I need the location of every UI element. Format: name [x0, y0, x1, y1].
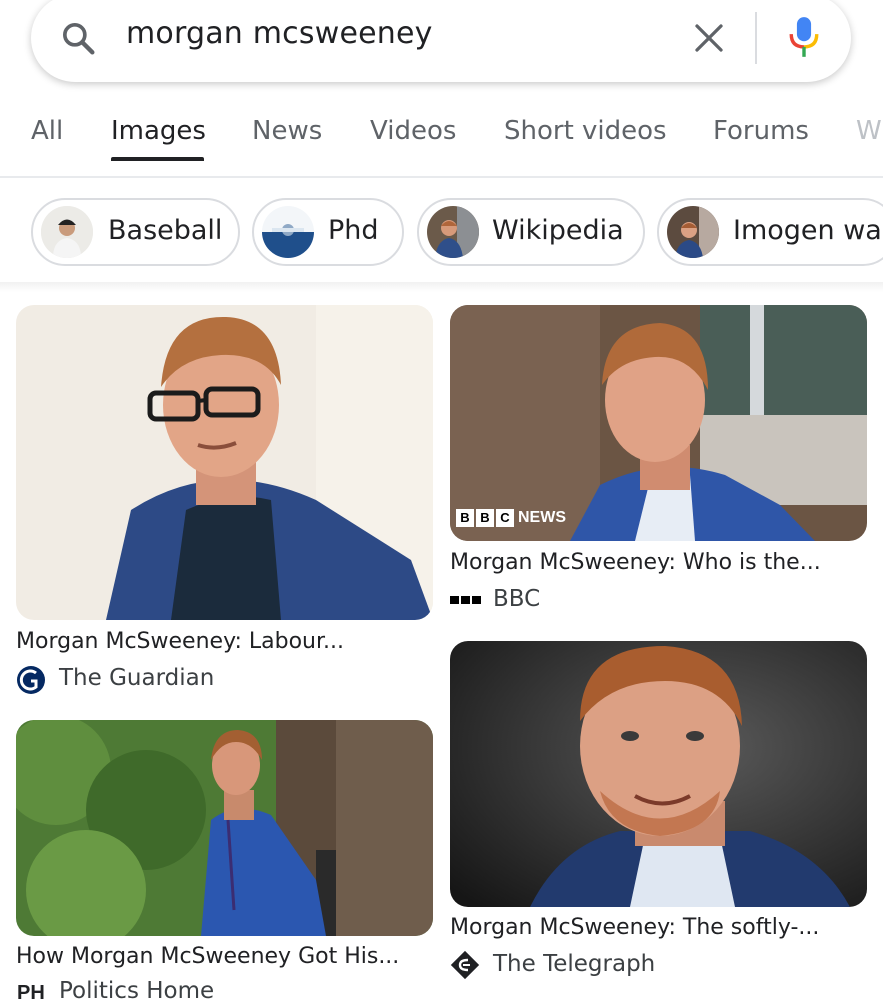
telegraph-logo-icon — [450, 950, 480, 980]
bbc-logo-icon — [450, 596, 481, 604]
tab-more[interactable]: W — [856, 116, 882, 146]
guardian-logo-icon — [17, 666, 45, 694]
tab-videos[interactable]: Videos — [370, 116, 456, 146]
chip-baseball[interactable]: Baseball — [31, 198, 240, 266]
tab-images[interactable]: Images — [111, 116, 206, 146]
search-divider — [755, 12, 757, 64]
result-source: BBC — [493, 586, 541, 612]
search-results-page: morgan mcsweeney All Images News Videos … — [0, 0, 883, 1000]
chip-avatar — [667, 206, 719, 258]
bbc-news-watermark: B B C NEWS — [456, 507, 566, 529]
search-icon[interactable] — [59, 19, 99, 59]
chip-avatar — [262, 206, 314, 258]
result-source: The Telegraph — [493, 951, 656, 977]
result-image-politicshome[interactable] — [16, 720, 433, 936]
chip-avatar — [427, 206, 479, 258]
tab-forums[interactable]: Forums — [713, 116, 809, 146]
chip-avatar — [41, 206, 93, 258]
search-bar[interactable]: morgan mcsweeney — [31, 0, 851, 82]
chip-wikipedia[interactable]: Wikipedia — [417, 198, 645, 266]
chip-imogen-wall[interactable]: Imogen wall — [657, 198, 883, 266]
chip-label: Baseball — [108, 215, 223, 246]
result-title[interactable]: Morgan McSweeney: The softly-... — [450, 915, 819, 940]
result-image-telegraph[interactable] — [450, 641, 867, 907]
result-title[interactable]: How Morgan McSweeney Got His... — [16, 944, 399, 969]
chip-label: Wikipedia — [492, 215, 624, 246]
microphone-icon[interactable] — [787, 14, 821, 60]
chip-phd[interactable]: Phd — [252, 198, 404, 266]
result-source: Politics Home — [59, 978, 215, 1000]
result-source: The Guardian — [59, 665, 215, 691]
search-tabs: All Images News Videos Short videos Foru… — [0, 100, 883, 178]
chip-label: Imogen wall — [733, 215, 883, 246]
result-image-bbc[interactable]: B B C NEWS — [450, 305, 867, 541]
search-input[interactable]: morgan mcsweeney — [126, 16, 433, 51]
result-image-guardian[interactable] — [16, 305, 433, 620]
politicshome-logo-icon: PH — [17, 982, 45, 1000]
filter-chips: Baseball Phd Wikipedia Imogen wall — [0, 196, 883, 270]
result-title[interactable]: Morgan McSweeney: Labour... — [16, 629, 344, 654]
tab-all[interactable]: All — [31, 116, 63, 146]
close-icon[interactable] — [691, 20, 727, 56]
chips-divider — [0, 282, 883, 292]
chip-label: Phd — [328, 215, 379, 246]
tab-news[interactable]: News — [252, 116, 322, 146]
result-title[interactable]: Morgan McSweeney: Who is the... — [450, 550, 821, 575]
tab-short-videos[interactable]: Short videos — [504, 116, 667, 146]
active-tab-indicator — [111, 157, 204, 161]
